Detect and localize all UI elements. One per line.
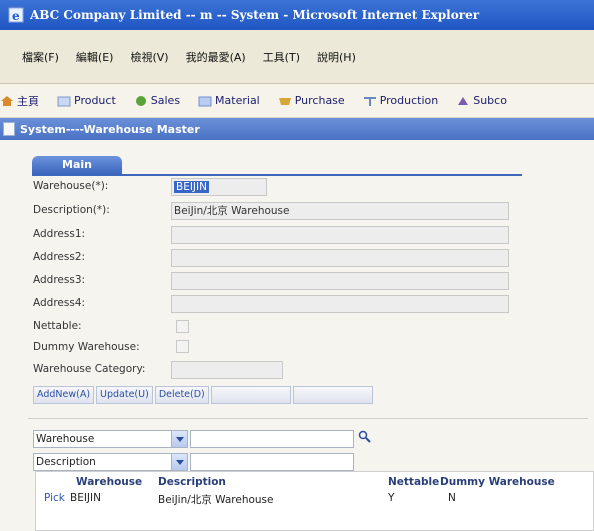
grid-col-warehouse[interactable]: Warehouse	[76, 476, 142, 488]
module-product[interactable]: Product	[57, 94, 116, 107]
purchase-icon	[278, 97, 291, 105]
address2-label: Address2:	[33, 251, 86, 263]
document-icon	[3, 122, 15, 136]
menu-tools[interactable]: 工具(T)	[263, 49, 300, 65]
addnew-button[interactable]: AddNew(A)	[33, 386, 95, 404]
filter-field-select-2[interactable]: Description	[33, 453, 188, 471]
filter-field-2-label: Description	[36, 456, 96, 468]
grid-col-description[interactable]: Description	[158, 476, 226, 488]
disabled-button-2	[292, 386, 373, 404]
address1-field[interactable]	[171, 226, 509, 244]
pick-link[interactable]: Pick	[44, 492, 65, 504]
description-field[interactable]: BeiJin/北京 Warehouse	[171, 202, 509, 220]
row-warehouse: BEIJIN	[70, 492, 101, 504]
update-button[interactable]: Update(U)	[96, 386, 153, 404]
grid-col-nettable[interactable]: Nettable	[388, 476, 439, 488]
dummy-warehouse-checkbox[interactable]	[176, 340, 189, 353]
window-title: ABC Company Limited -- m -- System - Mic…	[30, 8, 480, 22]
module-subcontract-label: Subco	[473, 94, 507, 107]
menu-help[interactable]: 說明(H)	[317, 49, 356, 65]
nettable-checkbox[interactable]	[176, 320, 189, 333]
warehouse-label: Warehouse(*):	[33, 180, 109, 192]
module-home[interactable]: 主頁	[0, 93, 39, 109]
nettable-label: Nettable:	[33, 320, 82, 332]
menu-view[interactable]: 檢視(V)	[130, 49, 168, 65]
module-production[interactable]: Production	[363, 94, 439, 107]
disabled-button-1	[210, 386, 291, 404]
page-header: System----Warehouse Master	[0, 118, 594, 140]
chevron-down-icon[interactable]	[171, 431, 187, 447]
module-product-label: Product	[74, 94, 116, 107]
warehouse-value: BEIJIN	[174, 181, 209, 193]
row-description: BeiJin/北京 Warehouse	[158, 494, 274, 506]
module-production-label: Production	[379, 94, 439, 107]
svg-text:e: e	[12, 9, 20, 23]
description-label: Description(*):	[33, 204, 110, 216]
address4-field[interactable]	[171, 295, 509, 313]
chevron-down-icon[interactable]	[171, 454, 187, 470]
grid-col-dummy[interactable]: Dummy Warehouse	[440, 476, 555, 488]
module-subcontract[interactable]: Subco	[456, 94, 507, 107]
menu-edit[interactable]: 編輯(E)	[76, 49, 114, 65]
content-area: Main Warehouse(*): BEIJIN Description(*)…	[0, 140, 594, 531]
home-icon	[1, 95, 13, 106]
dummy-warehouse-label: Dummy Warehouse:	[33, 341, 140, 353]
warehouse-category-label: Warehouse Category:	[33, 363, 146, 375]
tab-underline	[32, 174, 522, 176]
row-nettable: Y	[388, 492, 395, 504]
address1-label: Address1:	[33, 228, 86, 240]
page-title: System----Warehouse Master	[20, 122, 200, 136]
address3-field[interactable]	[171, 272, 509, 290]
module-sales[interactable]: Sales	[134, 94, 180, 107]
menu-favorites[interactable]: 我的最愛(A)	[186, 49, 246, 65]
results-grid: Warehouse Description Nettable Dummy War…	[35, 471, 594, 531]
window-titlebar: e ABC Company Limited -- m -- System - M…	[0, 0, 594, 30]
subcontract-icon	[458, 96, 469, 105]
menu-bar: 檔案(F) 編輯(E) 檢視(V) 我的最愛(A) 工具(T) 說明(H)	[0, 30, 594, 84]
filter-value-input-2[interactable]	[190, 453, 354, 471]
internet-explorer-icon: e	[8, 7, 24, 23]
grid-header: Warehouse Description Nettable Dummy War…	[36, 472, 593, 488]
filter-field-1-label: Warehouse	[36, 433, 95, 445]
module-sales-label: Sales	[150, 94, 181, 107]
warehouse-category-field[interactable]	[171, 361, 283, 379]
product-icon	[57, 96, 71, 106]
module-purchase[interactable]: Purchase	[278, 94, 345, 107]
section-divider	[28, 418, 588, 419]
address2-field[interactable]	[171, 249, 509, 267]
search-icon[interactable]	[358, 430, 372, 444]
row-dummy: N	[448, 492, 456, 504]
module-material[interactable]: Material	[198, 94, 260, 107]
production-icon	[363, 96, 376, 106]
filter-field-select-1[interactable]: Warehouse	[33, 430, 188, 448]
delete-button[interactable]: Delete(D)	[154, 386, 209, 404]
module-purchase-label: Purchase	[294, 94, 345, 107]
module-material-label: Material	[215, 94, 260, 107]
module-nav: 主頁 Product Sales Material Purchase Produ…	[0, 84, 594, 118]
material-icon	[198, 96, 212, 106]
tab-main[interactable]: Main	[32, 156, 122, 174]
address3-label: Address3:	[33, 274, 86, 286]
module-home-label: 主頁	[17, 94, 39, 108]
sales-icon	[135, 95, 146, 106]
filter-value-input-1[interactable]	[190, 430, 354, 448]
menu-file[interactable]: 檔案(F)	[22, 49, 59, 65]
action-buttons: AddNew(A) Update(U) Delete(D)	[33, 386, 375, 404]
warehouse-field[interactable]: BEIJIN	[171, 178, 267, 196]
address4-label: Address4:	[33, 297, 86, 309]
